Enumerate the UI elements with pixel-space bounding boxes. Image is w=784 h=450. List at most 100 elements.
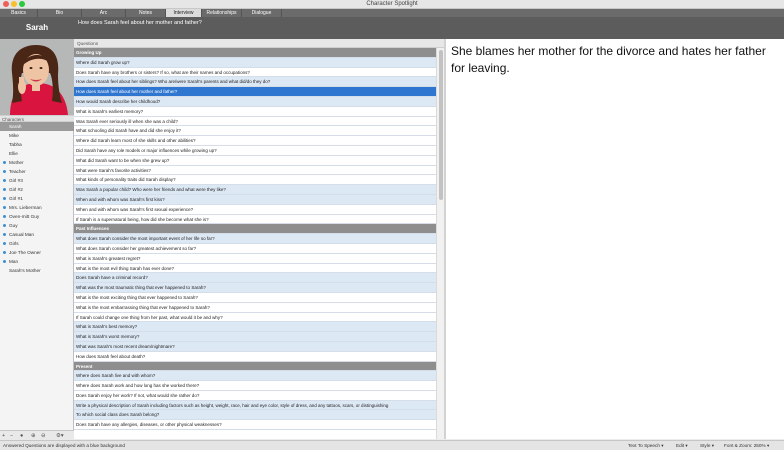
character-item-label: Girls [9,241,19,246]
edit-menu[interactable]: Edit ▾ [676,441,688,450]
text-to-speech-menu[interactable]: Text To Speech ▾ [628,441,664,450]
question-row[interactable]: What were Sarah's favorite activities? [74,165,436,176]
character-item-label: Mother [9,160,24,165]
character-item-label: Girl #2 [9,187,23,192]
question-row[interactable]: What does Sarah consider her greatest ac… [74,243,436,254]
gear-icon[interactable]: ⚙▾ [56,433,64,439]
question-row[interactable]: Does Sarah have a criminal record? [74,273,436,284]
title-bar: Character Spotlight [0,0,784,9]
question-row[interactable]: When and with whom was Sarah's first sex… [74,204,436,215]
question-row[interactable]: Where does Sarah live and with whom? [74,371,436,382]
tab-bio[interactable]: Bio [38,9,82,17]
minus-icon[interactable]: − [10,433,13,439]
tab-bar: Basics Bio Arc Notes Interview Relations… [0,9,784,17]
character-item[interactable]: Oven-mitt Guy [0,212,74,221]
question-row[interactable]: Does Sarah have any brothers or sisters?… [74,67,436,78]
questions-column-header: Questions [74,39,444,48]
character-sidebar: Characters Sarah Mike Tabha Ellie Mother Teac… [0,39,74,430]
zoom-out-icon[interactable]: ⊖ [41,433,46,439]
character-item[interactable]: Girl #3 [0,176,74,185]
current-question-title: How does Sarah feel about her mother and… [78,20,202,26]
character-item[interactable]: Mike [0,131,74,140]
question-row[interactable]: What is Sarah's best memory? [74,322,436,333]
question-row[interactable]: What is Sarah's worst memory? [74,332,436,342]
question-row[interactable]: What schooling did Sarah have and did sh… [74,126,436,137]
character-item[interactable]: Teacher [0,167,74,176]
character-item-label: Ellie [9,151,18,156]
question-row[interactable]: Where does Sarah work and how long has s… [74,381,436,391]
question-row[interactable]: What does Sarah consider the most import… [74,234,436,244]
character-photo[interactable] [0,39,74,115]
character-item[interactable]: Mrs. Lieberman [0,203,74,212]
tab-arc[interactable]: Arc [82,9,126,17]
tab-interview[interactable]: Interview [166,9,202,17]
question-row[interactable]: If Sarah could change one thing from her… [74,312,436,323]
question-row[interactable]: What kinds of personality traits did Sar… [74,175,436,186]
tab-dialogue[interactable]: Dialogue [242,9,282,17]
question-row[interactable]: Does Sarah have any allergies, diseases,… [74,420,436,431]
edit-label: Edit [676,443,685,448]
sidebar-toolbar: + − ● ⊕ ⊖ ⚙▾ [0,430,74,440]
question-row[interactable]: If Sarah is a supernatural being, how di… [74,214,436,225]
font-zoom-menu[interactable]: Font & Zoom: 250% ▾ [724,441,769,450]
character-item[interactable]: Sarah's Mother [0,266,74,275]
character-item[interactable]: Guy [0,221,74,230]
character-item[interactable]: Tabha [0,140,74,149]
tab-basics[interactable]: Basics [0,9,38,17]
character-item[interactable]: Mother [0,158,74,167]
characters-header: Characters [0,115,74,122]
character-item-label: Sarah's Mother [9,268,41,273]
character-item[interactable]: Joe The Owner [0,248,74,257]
answer-editor[interactable]: She blames her mother for the divorce an… [446,39,784,439]
question-row[interactable]: What is Sarah's earliest memory? [74,106,436,117]
zoom-in-icon[interactable]: ⊕ [31,433,36,439]
character-name-title: Sarah [25,23,49,32]
question-row[interactable]: Was Sarah a popular child? Who were her … [74,185,436,195]
person-icon[interactable]: ● [20,433,23,439]
question-row[interactable]: Did Sarah have any role models or major … [74,145,436,156]
question-row[interactable]: To which social class does Sarah belong? [74,410,436,421]
character-item[interactable]: Girl #1 [0,194,74,203]
character-spotlight-window: Character Spotlight Basics Bio Arc Notes… [0,0,784,450]
character-item-label: Mike [9,133,19,138]
question-row[interactable]: When and with whom was Sarah's first kis… [74,194,436,205]
character-item-label: Teacher [9,169,26,174]
question-section-header: Past Influences [74,224,436,235]
character-item[interactable]: Casual Man [0,230,74,239]
character-marker-icon [3,197,6,200]
window-title: Character Spotlight [366,1,418,7]
question-row[interactable]: Was Sarah ever seriously ill when she wa… [74,116,436,127]
question-row[interactable]: What is Sarah's greatest regret? [74,253,436,264]
question-row[interactable]: What is the most exciting thing that eve… [74,292,436,303]
question-row[interactable]: What is the most embarrassing thing that… [74,302,436,313]
question-row[interactable]: What was the most traumatic thing that e… [74,283,436,293]
style-label: Style [700,443,711,448]
questions-scroll-thumb[interactable] [439,50,443,200]
question-row[interactable]: How would Sarah describe her childhood? [74,96,436,107]
style-menu[interactable]: Style ▾ [700,441,714,450]
question-row[interactable]: How does Sarah feel about her siblings? … [74,77,436,88]
tab-notes[interactable]: Notes [126,9,166,17]
question-row[interactable]: Write a physical description of Sarah in… [74,400,436,411]
tab-relationships[interactable]: Relationships [202,9,242,17]
question-row[interactable]: What was Sarah's most recent dream/night… [74,341,436,352]
character-item[interactable]: Sarah [0,122,74,131]
questions-scrollbar[interactable] [436,48,444,439]
question-row[interactable]: Where did Sarah learn most of she skills… [74,136,436,146]
answer-text[interactable]: She blames her mother for the divorce an… [451,43,779,77]
question-row[interactable]: How does Sarah feel about death? [74,351,436,362]
question-row[interactable]: Does Sarah enjoy her work? If not, what … [74,390,436,401]
question-row[interactable]: Where did Sarah grow up? [74,57,436,68]
font-zoom-label: Font & Zoom: 250% [724,443,766,448]
plus-icon[interactable]: + [2,433,5,439]
question-row[interactable]: What did Sarah want to be when she grew … [74,155,436,166]
character-item[interactable]: Ellie [0,149,74,158]
character-item-label: Joe The Owner [9,250,41,255]
character-item[interactable]: Girl #2 [0,185,74,194]
character-marker-icon [3,179,6,182]
character-item[interactable]: Girls [0,239,74,248]
question-row[interactable]: How does Sarah feel about her mother and… [74,87,436,97]
header-bar: Sarah How does Sarah feel about her moth… [0,17,784,39]
character-item[interactable]: Man [0,257,74,266]
question-row[interactable]: What is the most evil thing Sarah has ev… [74,263,436,274]
